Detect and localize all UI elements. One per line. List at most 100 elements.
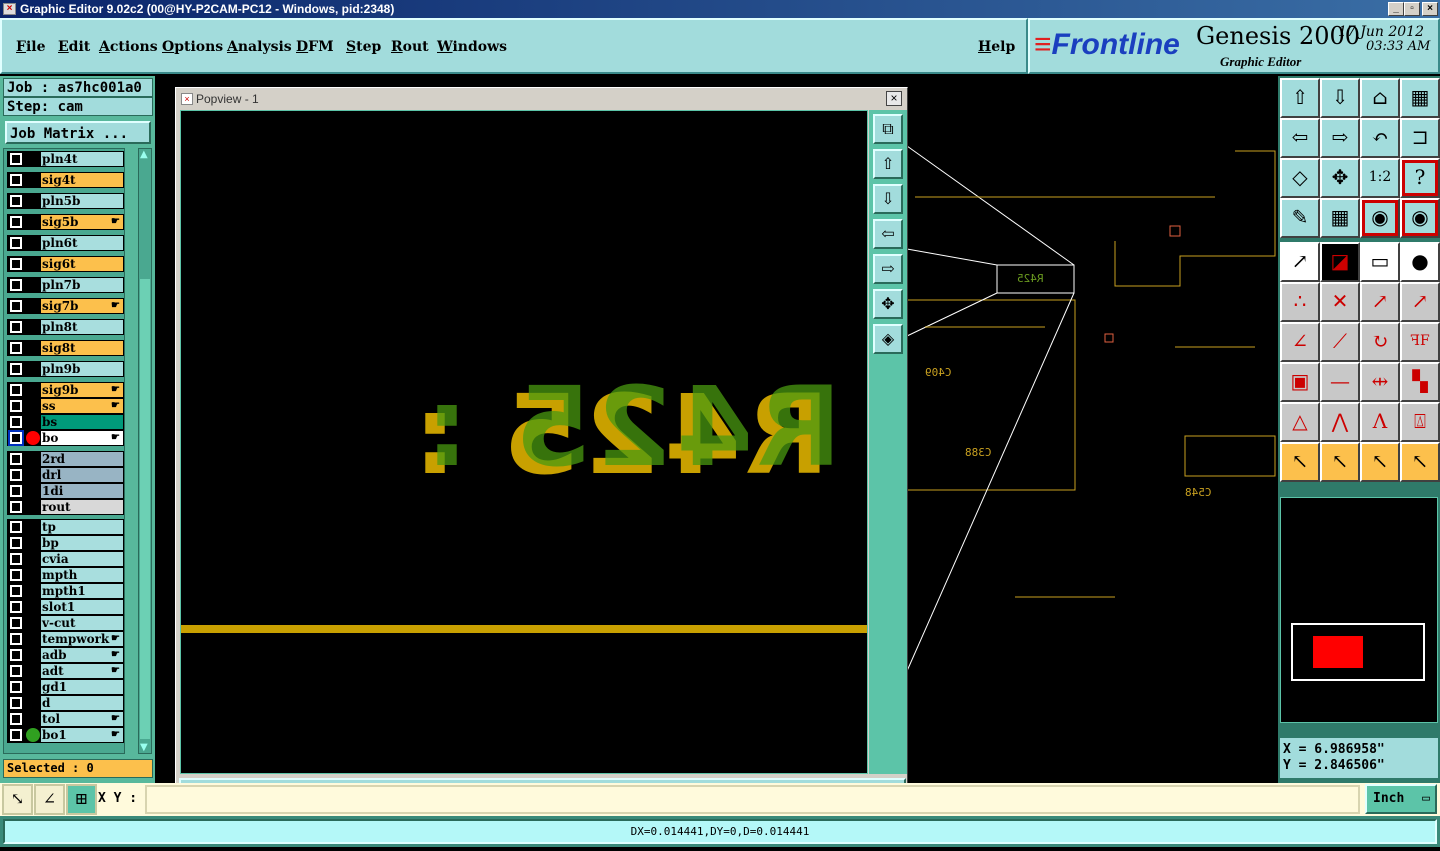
zoom-fit-icon[interactable]: ⤡ [2, 784, 33, 815]
layer-checkbox[interactable] [10, 258, 22, 270]
pan-up-icon[interactable]: ⇧ [873, 149, 903, 179]
layer-checkbox[interactable] [10, 553, 22, 565]
layer-checkbox[interactable] [10, 216, 22, 228]
menu-file[interactable]: File [16, 39, 46, 55]
layer-checkbox[interactable] [10, 713, 22, 725]
pan-right-icon[interactable]: ⇨ [873, 254, 903, 284]
menu-rout[interactable]: Rout [391, 39, 429, 55]
layer-row-ss[interactable]: ss ☛ [7, 398, 124, 414]
layer-checkbox[interactable] [10, 237, 22, 249]
overview-map[interactable] [1280, 497, 1438, 723]
layer-row-1di[interactable]: 1di [7, 483, 124, 499]
select-pointer-icon[interactable]: ↖ [1280, 442, 1320, 482]
menu-help[interactable]: Help [978, 39, 1015, 55]
layer-checkbox[interactable] [10, 300, 22, 312]
move-pad-icon[interactable]: ↗ [1360, 282, 1400, 322]
menu-options[interactable]: Options [162, 39, 223, 55]
layer-checkbox[interactable] [10, 601, 22, 613]
connect-icon[interactable]: ∴ [1280, 282, 1320, 322]
layer-row-pln5b[interactable]: pln5b [7, 193, 124, 209]
tools-palette-icon[interactable]: ✎ [1280, 198, 1320, 238]
scale-1-2-icon[interactable]: 1:2 [1360, 158, 1400, 198]
pan-up-icon[interactable]: ⇧ [1280, 78, 1320, 118]
rotate-icon[interactable]: ↻ [1360, 322, 1400, 362]
layer-row-adb[interactable]: adb ☛ [7, 647, 124, 663]
layer-row-tp[interactable]: tp [7, 519, 124, 535]
triangle-icon[interactable]: △ [1280, 402, 1320, 442]
arc-up-icon[interactable]: ⋀ [1320, 402, 1360, 442]
zoom-out-icon[interactable]: ◇ [1280, 158, 1320, 198]
layer-checkbox[interactable] [10, 432, 22, 444]
layer-checkbox[interactable] [10, 342, 22, 354]
move-pad-fill-icon[interactable]: ↗ [1400, 282, 1440, 322]
layer-row-sig7b[interactable]: sig7b ☛ [7, 298, 124, 314]
layer-row-adt[interactable]: adt ☛ [7, 663, 124, 679]
layer-row-mpth[interactable]: mpth [7, 567, 124, 583]
layer-row-pln7b[interactable]: pln7b [7, 277, 124, 293]
grid-icon[interactable]: ⊞ [66, 784, 97, 815]
layer-row-gd1[interactable]: gd1 [7, 679, 124, 695]
zoom-window-icon[interactable]: ⧉ [873, 114, 903, 144]
layer-checkbox[interactable] [10, 665, 22, 677]
pan-left-icon[interactable]: ⇦ [873, 219, 903, 249]
measure-object-icon[interactable]: ↗ [1280, 242, 1320, 282]
layer-checkbox[interactable] [10, 174, 22, 186]
merge-icon[interactable]: ▚ [1400, 362, 1440, 402]
layer-checkbox[interactable] [10, 729, 22, 741]
line-angle-icon[interactable]: ∠ [1280, 322, 1320, 362]
snake-icon[interactable]: ⊐ [1400, 118, 1440, 158]
layer-checkbox[interactable] [10, 633, 22, 645]
layer-checkbox[interactable] [10, 153, 22, 165]
layer-checkbox[interactable] [10, 617, 22, 629]
pan-down-icon[interactable]: ⇩ [1320, 78, 1360, 118]
pad-select-icon[interactable]: ● [1400, 242, 1440, 282]
layer-checkbox[interactable] [10, 697, 22, 709]
select-net-icon[interactable]: ↖ [1400, 442, 1440, 482]
undo-icon[interactable]: ↶ [1360, 118, 1400, 158]
layer-checkbox[interactable] [10, 453, 22, 465]
maximize-button[interactable]: ▫ [1404, 2, 1420, 16]
layer-row-bo1[interactable]: bo1 ☛ [7, 727, 124, 743]
menu-actions[interactable]: Actions [99, 39, 158, 55]
layer-row-pln8t[interactable]: pln8t [7, 319, 124, 335]
layer-checkbox[interactable] [10, 537, 22, 549]
arc-base-icon[interactable]: Λ [1360, 402, 1400, 442]
arc-bar-icon[interactable]: ⍍ [1400, 402, 1440, 442]
zoom-home-xy-icon[interactable]: ▦ [1400, 78, 1440, 118]
popview-close-icon[interactable]: × [886, 91, 902, 106]
zoom-in-icon[interactable]: ◈ [873, 324, 903, 354]
layer-checkbox[interactable] [10, 384, 22, 396]
menu-dfm[interactable]: DFM [296, 39, 334, 55]
layer-scrollbar[interactable]: ▲ ▼ [138, 148, 152, 754]
zoom-in-icon[interactable]: ✥ [1320, 158, 1360, 198]
net-highlight-icon[interactable]: ◉ [1360, 198, 1400, 238]
layer-checkbox[interactable] [10, 569, 22, 581]
layer-row-v-cut[interactable]: v-cut [7, 615, 124, 631]
copy-pad-icon[interactable]: ▣ [1280, 362, 1320, 402]
layer-checkbox[interactable] [10, 416, 22, 428]
line-move-icon[interactable]: ⟋ [1320, 322, 1360, 362]
scroll-down-icon[interactable]: ▼ [140, 742, 148, 753]
layer-row-rout[interactable]: rout [7, 499, 124, 515]
minimize-button[interactable]: _ [1388, 2, 1404, 16]
layer-checkbox[interactable] [10, 469, 22, 481]
units-selector[interactable]: Inch ▭ [1365, 784, 1437, 814]
layer-row-mpth1[interactable]: mpth1 [7, 583, 124, 599]
layer-row-pln4t[interactable]: pln4t [7, 151, 124, 167]
close-window-button[interactable]: × [1422, 2, 1438, 16]
layer-row-slot1[interactable]: slot1 [7, 599, 124, 615]
xy-input[interactable] [145, 785, 1360, 814]
layer-row-sig5b[interactable]: sig5b ☛ [7, 214, 124, 230]
layer-checkbox[interactable] [10, 195, 22, 207]
layer-row-sig4t[interactable]: sig4t [7, 172, 124, 188]
mirror-icon[interactable]: ꟻF [1400, 322, 1440, 362]
angle-icon[interactable]: ∠ [34, 784, 65, 815]
menu-windows[interactable]: Windows [437, 39, 507, 55]
layer-checkbox[interactable] [10, 501, 22, 513]
menu-edit[interactable]: Edit [58, 39, 90, 55]
grid-icon[interactable]: ▦ [1320, 198, 1360, 238]
view-indicator[interactable] [1313, 636, 1363, 668]
zoom-out-icon[interactable]: ✥ [873, 289, 903, 319]
layer-row-bo[interactable]: bo ☛ [7, 430, 124, 446]
layer-checkbox[interactable] [10, 649, 22, 661]
